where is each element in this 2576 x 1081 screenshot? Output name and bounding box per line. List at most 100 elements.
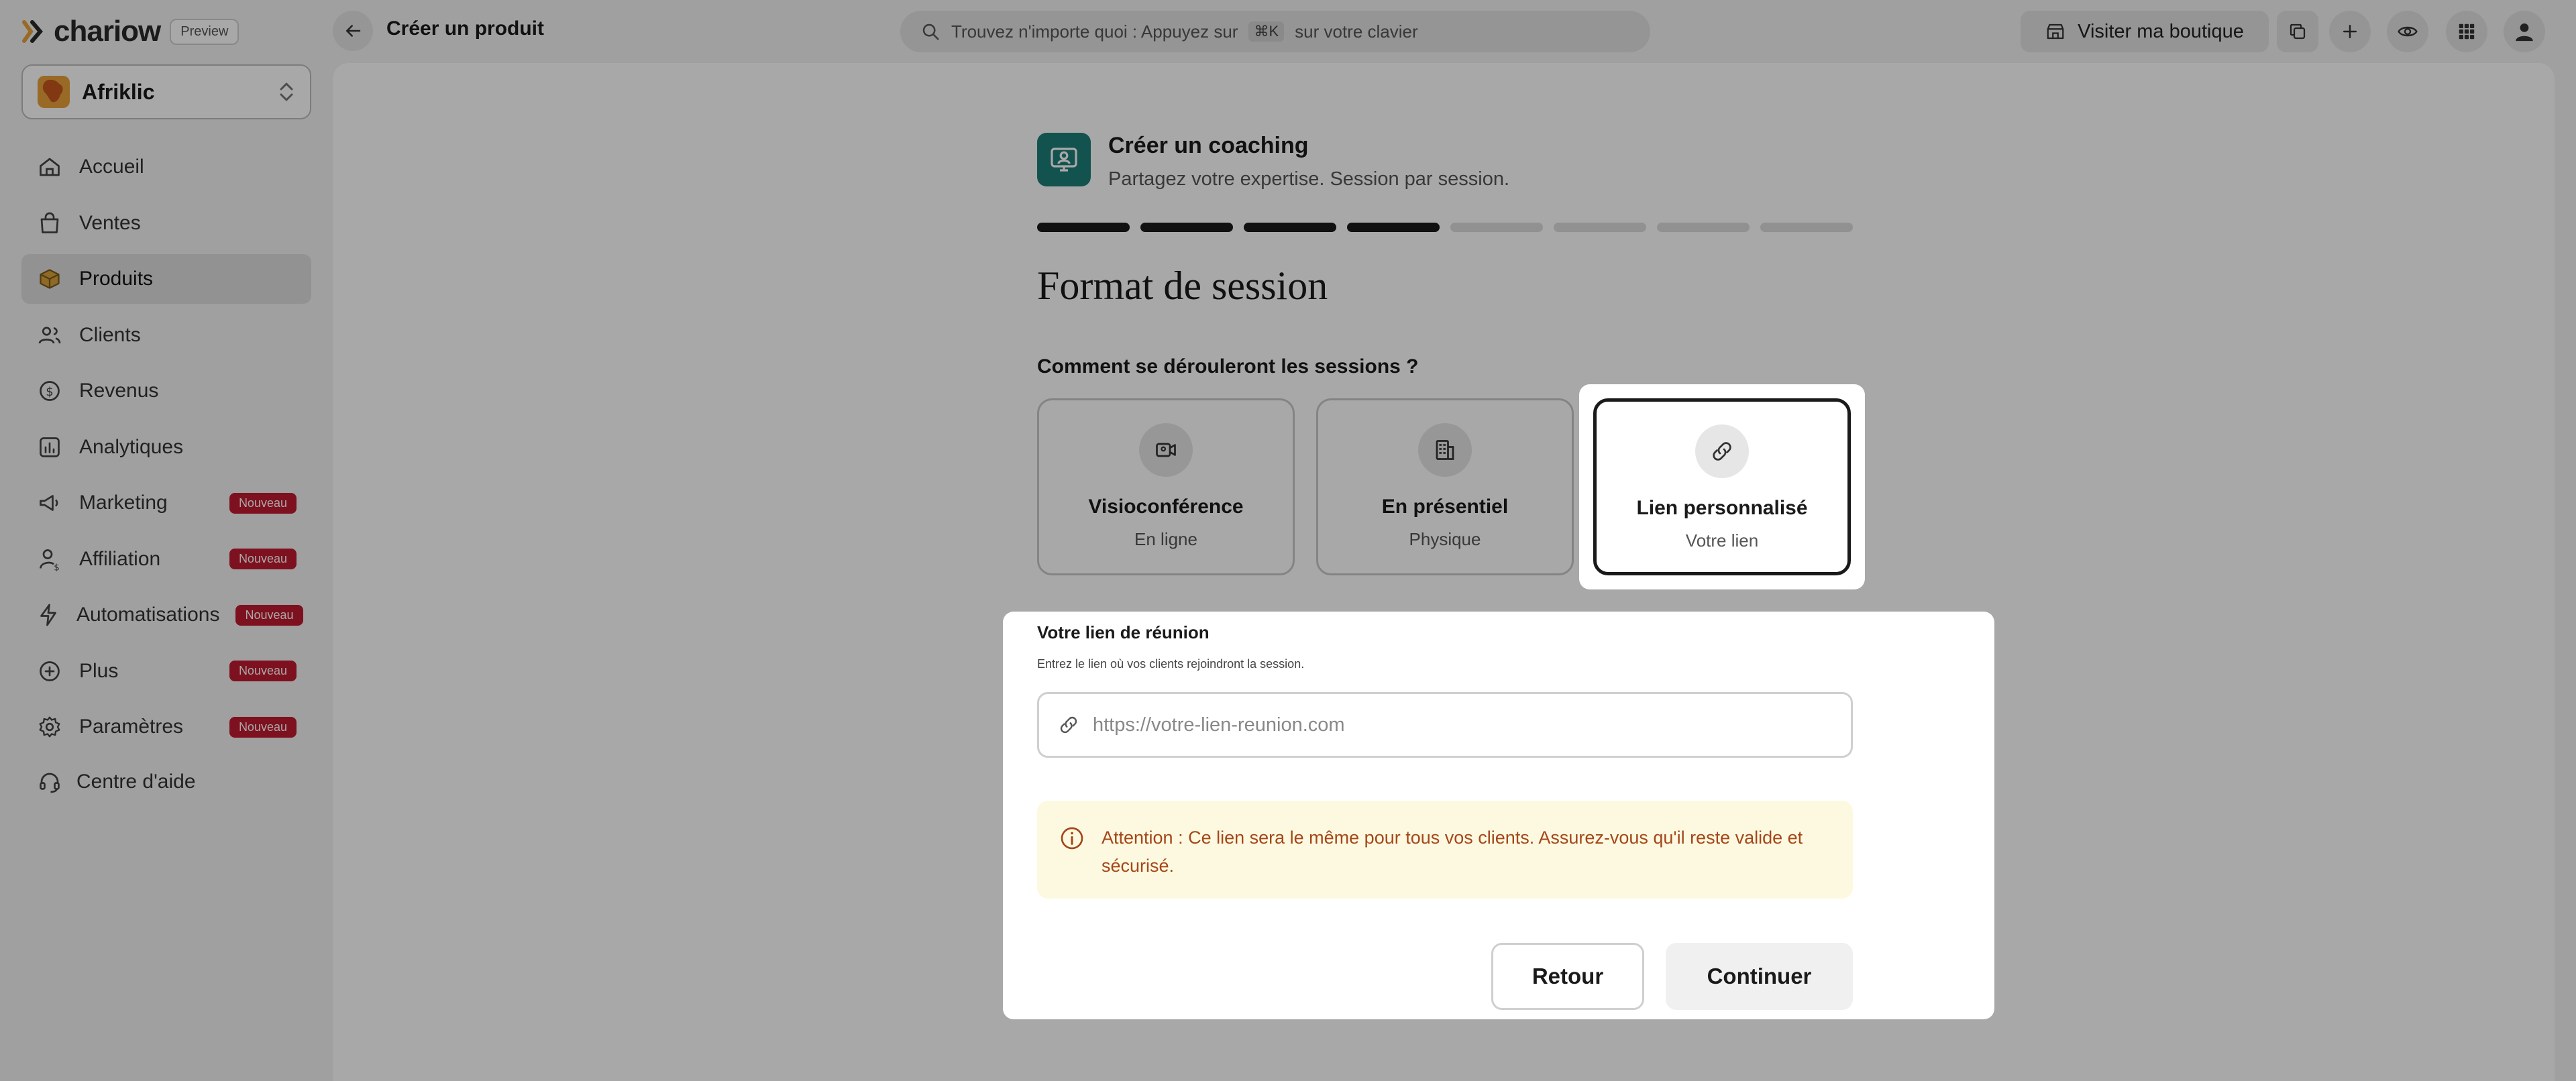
new-badge: Nouveau [229,492,297,514]
link-icon [1695,424,1749,478]
sidebar-item-accueil[interactable]: Accueil [21,142,311,192]
sidebar-item-plus[interactable]: Plus Nouveau [21,646,311,696]
progress-step [1140,223,1233,232]
avatar[interactable] [2504,11,2545,52]
option-visioconference[interactable]: Visioconférence En ligne [1037,398,1295,575]
sidebar-item-label: Plus [79,659,119,682]
search-shortcut: ⌘K [1248,21,1285,42]
page-title: Créer un produit [386,17,545,40]
section-title: Format de session [1037,264,1328,308]
spotlight-card: Lien personnalisé Votre lien [1579,384,1865,589]
wizard-header: Créer un coaching Partagez votre experti… [1037,133,1509,190]
wizard-header-text: Créer un coaching Partagez votre experti… [1108,133,1509,190]
meeting-link-panel: Votre lien de réunion Entrez le lien où … [1003,612,1994,1019]
sidebar-item-parametres[interactable]: Paramètres Nouveau [21,702,311,752]
sidebar-item-label: Affiliation [79,547,161,570]
sidebar-item-analytiques[interactable]: Analytiques [21,422,311,472]
workspace-name: Afriklic [82,79,155,104]
sidebar-item-produits[interactable]: Produits [21,254,311,304]
meeting-link-input[interactable] [1093,714,1832,736]
meeting-link-label: Votre lien de réunion [1037,622,1210,642]
progress-step [1450,223,1543,232]
chevron-up-down-icon [280,82,293,101]
wizard-subtitle: Partagez votre expertise. Session par se… [1108,168,1510,190]
progress-step [1244,223,1336,232]
option-lien-personnalise[interactable]: Lien personnalisé Votre lien [1593,398,1851,575]
info-icon [1061,827,1083,850]
progress-step [1554,223,1646,232]
option-title: Visioconférence [1088,496,1244,518]
workspace-switcher[interactable]: Afriklic [21,64,311,119]
sidebar-item-clients[interactable]: Clients [21,310,311,360]
option-en-presentiel[interactable]: En présentiel Physique [1316,398,1574,575]
option-title: En présentiel [1381,496,1509,518]
progress-steps [1037,223,1853,232]
sidebar-item-marketing[interactable]: Marketing Nouveau [21,478,311,528]
link-icon [1060,716,1077,734]
sidebar-item-label: Produits [79,268,154,290]
arrow-left-icon [346,25,361,37]
progress-step [1760,223,1853,232]
users-icon [36,322,63,349]
copy-button[interactable] [2277,11,2318,52]
option-subtitle: Votre lien [1685,530,1759,551]
gear-icon [36,714,63,740]
workspace-avatar [38,76,70,108]
sidebar-item-label: Automatisations [76,604,220,626]
sidebar-item-label: Revenus [79,380,159,402]
option-title: Lien personnalisé [1636,497,1808,519]
box-icon [36,266,63,292]
search-bar[interactable]: Trouvez n'importe quoi : Appuyez sur ⌘K … [900,11,1650,52]
lightning-icon [36,602,60,628]
building-icon [1418,423,1472,477]
back-step-button[interactable]: Retour [1491,943,1644,1010]
sidebar-item-label: Accueil [79,156,144,178]
workspace-logo-icon [42,79,63,103]
sidebar-item-ventes[interactable]: Ventes [21,198,311,248]
storefront-icon [2047,23,2064,40]
shopping-bag-icon [36,210,63,237]
sidebar-item-help-center[interactable]: Centre d'aide [36,769,196,795]
sidebar-item-automatisations[interactable]: Automatisations Nouveau [21,590,311,640]
headset-icon [36,769,63,795]
add-button[interactable] [2329,11,2371,52]
sidebar-item-label: Marketing [79,492,168,514]
progress-step [1347,223,1440,232]
sidebar-item-label: Ventes [79,211,141,234]
copy-icon [2290,23,2306,40]
megaphone-icon [36,490,63,516]
option-subtitle: En ligne [1134,529,1197,549]
visit-shop-button[interactable]: Visiter ma boutique [2021,11,2269,52]
visit-shop-label: Visiter ma boutique [2078,20,2244,42]
svg-text:$: $ [54,562,60,571]
sidebar-item-label: Paramètres [79,716,184,738]
progress-step [1657,223,1750,232]
continue-button[interactable]: Continuer [1666,943,1853,1010]
dollar-icon: $ [36,378,63,404]
sidebar-item-label: Clients [79,323,141,346]
top-bar: Créer un produit Trouvez n'importe quoi … [333,0,2576,63]
new-badge: Nouveau [229,661,297,681]
sidebar-item-affiliation[interactable]: $ Affiliation Nouveau [21,534,311,584]
plus-circle-icon [36,658,63,685]
search-text-before: Trouvez n'importe quoi : Appuyez sur [951,21,1238,42]
wizard-title: Créer un coaching [1108,133,1309,158]
video-icon [1139,423,1193,477]
option-subtitle: Physique [1409,529,1481,549]
meeting-link-field[interactable] [1037,692,1853,758]
chariow-logo-icon [22,20,43,43]
user-dollar-icon: $ [36,546,63,573]
eye-icon [2398,26,2418,37]
plus-icon [2343,25,2357,38]
svg-text:$: $ [46,385,53,399]
logo[interactable]: chariow Preview [21,15,239,48]
home-icon [36,154,63,180]
preview-toggle-button[interactable] [2387,11,2428,52]
meeting-link-help: Entrez le lien où vos clients rejoindron… [1037,657,1305,671]
new-badge: Nouveau [235,604,303,626]
user-icon [2516,23,2533,42]
back-button[interactable] [333,11,373,51]
sidebar-item-revenus[interactable]: $ Revenus [21,366,311,416]
search-text-after: sur votre clavier [1295,21,1418,42]
apps-button[interactable] [2446,11,2487,52]
